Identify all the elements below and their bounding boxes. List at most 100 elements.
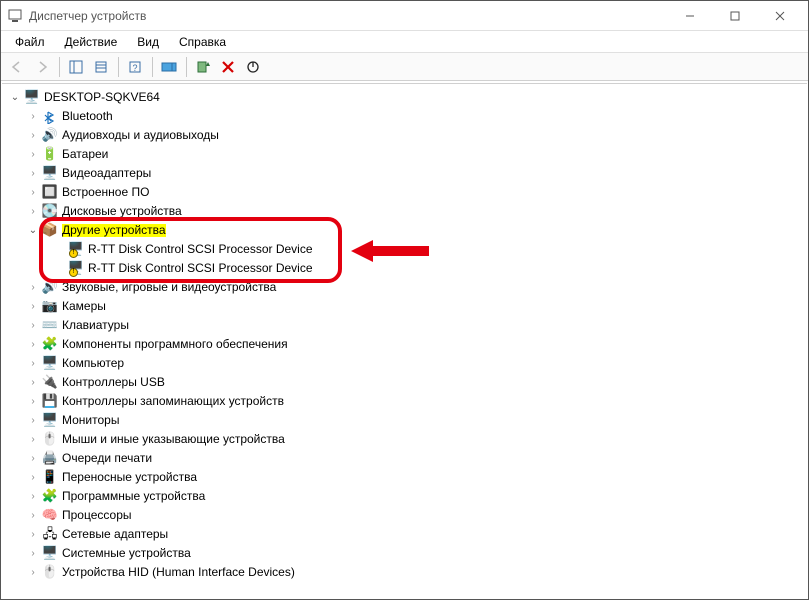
tree-item-computer[interactable]: › 🖥️ Компьютер [8, 354, 807, 373]
chevron-down-icon[interactable]: ⌄ [26, 224, 40, 238]
chevron-right-icon[interactable]: › [26, 357, 40, 371]
tree-item-portable[interactable]: › 📱 Переносные устройства [8, 468, 807, 487]
node-label: Устройства HID (Human Interface Devices) [62, 566, 295, 580]
tree-item-print-queues[interactable]: › 🖨️ Очереди печати [8, 449, 807, 468]
chevron-right-icon[interactable]: › [26, 528, 40, 542]
tree-item-software-components[interactable]: › 🧩 Компоненты программного обеспечения [8, 335, 807, 354]
menu-view[interactable]: Вид [127, 33, 169, 51]
node-label: Звуковые, игровые и видеоустройства [62, 281, 276, 295]
chevron-right-icon[interactable]: › [26, 490, 40, 504]
menu-action[interactable]: Действие [55, 33, 128, 51]
node-label: R-TT Disk Control SCSI Processor Device [88, 243, 313, 257]
chevron-right-icon[interactable]: › [26, 395, 40, 409]
bluetooth-icon [42, 109, 58, 125]
warning-badge-icon: ! [69, 249, 78, 258]
chevron-down-icon[interactable]: ⌄ [8, 91, 22, 105]
window-controls [667, 2, 802, 30]
tree-item-display-adapters[interactable]: › 🖥️ Видеоадаптеры [8, 164, 807, 183]
tree-item-batteries[interactable]: › 🔋 Батареи [8, 145, 807, 164]
chevron-right-icon[interactable]: › [26, 148, 40, 162]
chevron-right-icon[interactable]: › [26, 376, 40, 390]
computer-icon: 🖥️ [42, 356, 58, 372]
tree-item-disk-drives[interactable]: › 💽 Дисковые устройства [8, 202, 807, 221]
cpu-icon: 🧠 [42, 508, 58, 524]
chevron-right-icon[interactable]: › [26, 300, 40, 314]
chevron-right-icon[interactable]: › [26, 110, 40, 124]
node-label: Встроенное ПО [62, 186, 149, 200]
hid-icon: 🖱️ [42, 565, 58, 581]
node-label: Мыши и иные указывающие устройства [62, 433, 285, 447]
toolbar-separator [152, 57, 153, 77]
tree-item-rtt-1[interactable]: 🖥️! R-TT Disk Control SCSI Processor Dev… [8, 240, 807, 259]
tree-item-system-devices[interactable]: › 🖥️ Системные устройства [8, 544, 807, 563]
monitor-icon: 🖥️ [42, 413, 58, 429]
node-label: Клавиатуры [62, 319, 129, 333]
node-label: Очереди печати [62, 452, 152, 466]
close-button[interactable] [757, 2, 802, 30]
chevron-right-icon[interactable]: › [26, 547, 40, 561]
mouse-icon: 🖱️ [42, 432, 58, 448]
usb-icon: 🔌 [42, 375, 58, 391]
audio-icon: 🔊 [42, 128, 58, 144]
update-driver-button[interactable] [191, 55, 215, 79]
gpu-icon: 🖥️ [42, 166, 58, 182]
tree-item-usb-controllers[interactable]: › 🔌 Контроллеры USB [8, 373, 807, 392]
tree-item-bluetooth[interactable]: › Bluetooth [8, 107, 807, 126]
scan-hardware-button[interactable] [157, 55, 181, 79]
disable-button[interactable] [241, 55, 265, 79]
minimize-button[interactable] [667, 2, 712, 30]
node-label: Видеоадаптеры [62, 167, 151, 181]
chevron-right-icon[interactable]: › [26, 167, 40, 181]
chevron-right-icon[interactable]: › [26, 186, 40, 200]
uninstall-button[interactable] [216, 55, 240, 79]
tree-item-cameras[interactable]: › 📷 Камеры [8, 297, 807, 316]
chevron-right-icon[interactable]: › [26, 129, 40, 143]
tree-item-firmware[interactable]: › 🔲 Встроенное ПО [8, 183, 807, 202]
tree-item-sound-video-game[interactable]: › 🔊 Звуковые, игровые и видеоустройства [8, 278, 807, 297]
properties-button[interactable] [89, 55, 113, 79]
chevron-right-icon[interactable]: › [26, 471, 40, 485]
chevron-right-icon[interactable]: › [26, 452, 40, 466]
computer-icon: 🖥️ [24, 90, 40, 106]
tree-item-hid[interactable]: › 🖱️ Устройства HID (Human Interface Dev… [8, 563, 807, 582]
menu-file[interactable]: Файл [5, 33, 55, 51]
tree-item-keyboards[interactable]: › ⌨️ Клавиатуры [8, 316, 807, 335]
portable-icon: 📱 [42, 470, 58, 486]
tree-item-mice[interactable]: › 🖱️ Мыши и иные указывающие устройства [8, 430, 807, 449]
tree-item-network-adapters[interactable]: › 🖧 Сетевые адаптеры [8, 525, 807, 544]
back-button[interactable] [5, 55, 29, 79]
device-tree-panel[interactable]: ⌄ 🖥️ DESKTOP-SQKVE64 › Bluetooth › 🔊 Ауд… [2, 83, 807, 598]
disk-icon: 💽 [42, 204, 58, 220]
chevron-right-icon[interactable]: › [26, 566, 40, 580]
tree-item-other-devices[interactable]: ⌄ 📦 Другие устройства [8, 221, 807, 240]
system-icon: 🖥️ [42, 546, 58, 562]
other-devices-icon: 📦 [42, 223, 58, 239]
svg-text:?: ? [132, 63, 137, 73]
forward-button[interactable] [30, 55, 54, 79]
chevron-right-icon[interactable]: › [26, 338, 40, 352]
menu-help[interactable]: Справка [169, 33, 236, 51]
help-button[interactable]: ? [123, 55, 147, 79]
chevron-right-icon[interactable]: › [26, 281, 40, 295]
unknown-device-icon: 🖥️! [68, 242, 84, 258]
chevron-right-icon[interactable]: › [26, 319, 40, 333]
node-label: Дисковые устройства [62, 205, 182, 219]
chevron-right-icon[interactable]: › [26, 433, 40, 447]
tree-item-processors[interactable]: › 🧠 Процессоры [8, 506, 807, 525]
node-label: Программные устройства [62, 490, 205, 504]
firmware-icon: 🔲 [42, 185, 58, 201]
tree-item-software-devices[interactable]: › 🧩 Программные устройства [8, 487, 807, 506]
chevron-right-icon[interactable]: › [26, 509, 40, 523]
tree-item-audio-io[interactable]: › 🔊 Аудиовходы и аудиовыходы [8, 126, 807, 145]
chevron-right-icon[interactable]: › [26, 414, 40, 428]
storage-controller-icon: 💾 [42, 394, 58, 410]
tree-root[interactable]: ⌄ 🖥️ DESKTOP-SQKVE64 [8, 88, 807, 107]
tree-item-storage-controllers[interactable]: › 💾 Контроллеры запоминающих устройств [8, 392, 807, 411]
node-label: DESKTOP-SQKVE64 [44, 91, 160, 105]
sound-icon: 🔊 [42, 280, 58, 296]
tree-item-rtt-2[interactable]: 🖥️! R-TT Disk Control SCSI Processor Dev… [8, 259, 807, 278]
maximize-button[interactable] [712, 2, 757, 30]
show-hide-tree-button[interactable] [64, 55, 88, 79]
chevron-right-icon[interactable]: › [26, 205, 40, 219]
tree-item-monitors[interactable]: › 🖥️ Мониторы [8, 411, 807, 430]
